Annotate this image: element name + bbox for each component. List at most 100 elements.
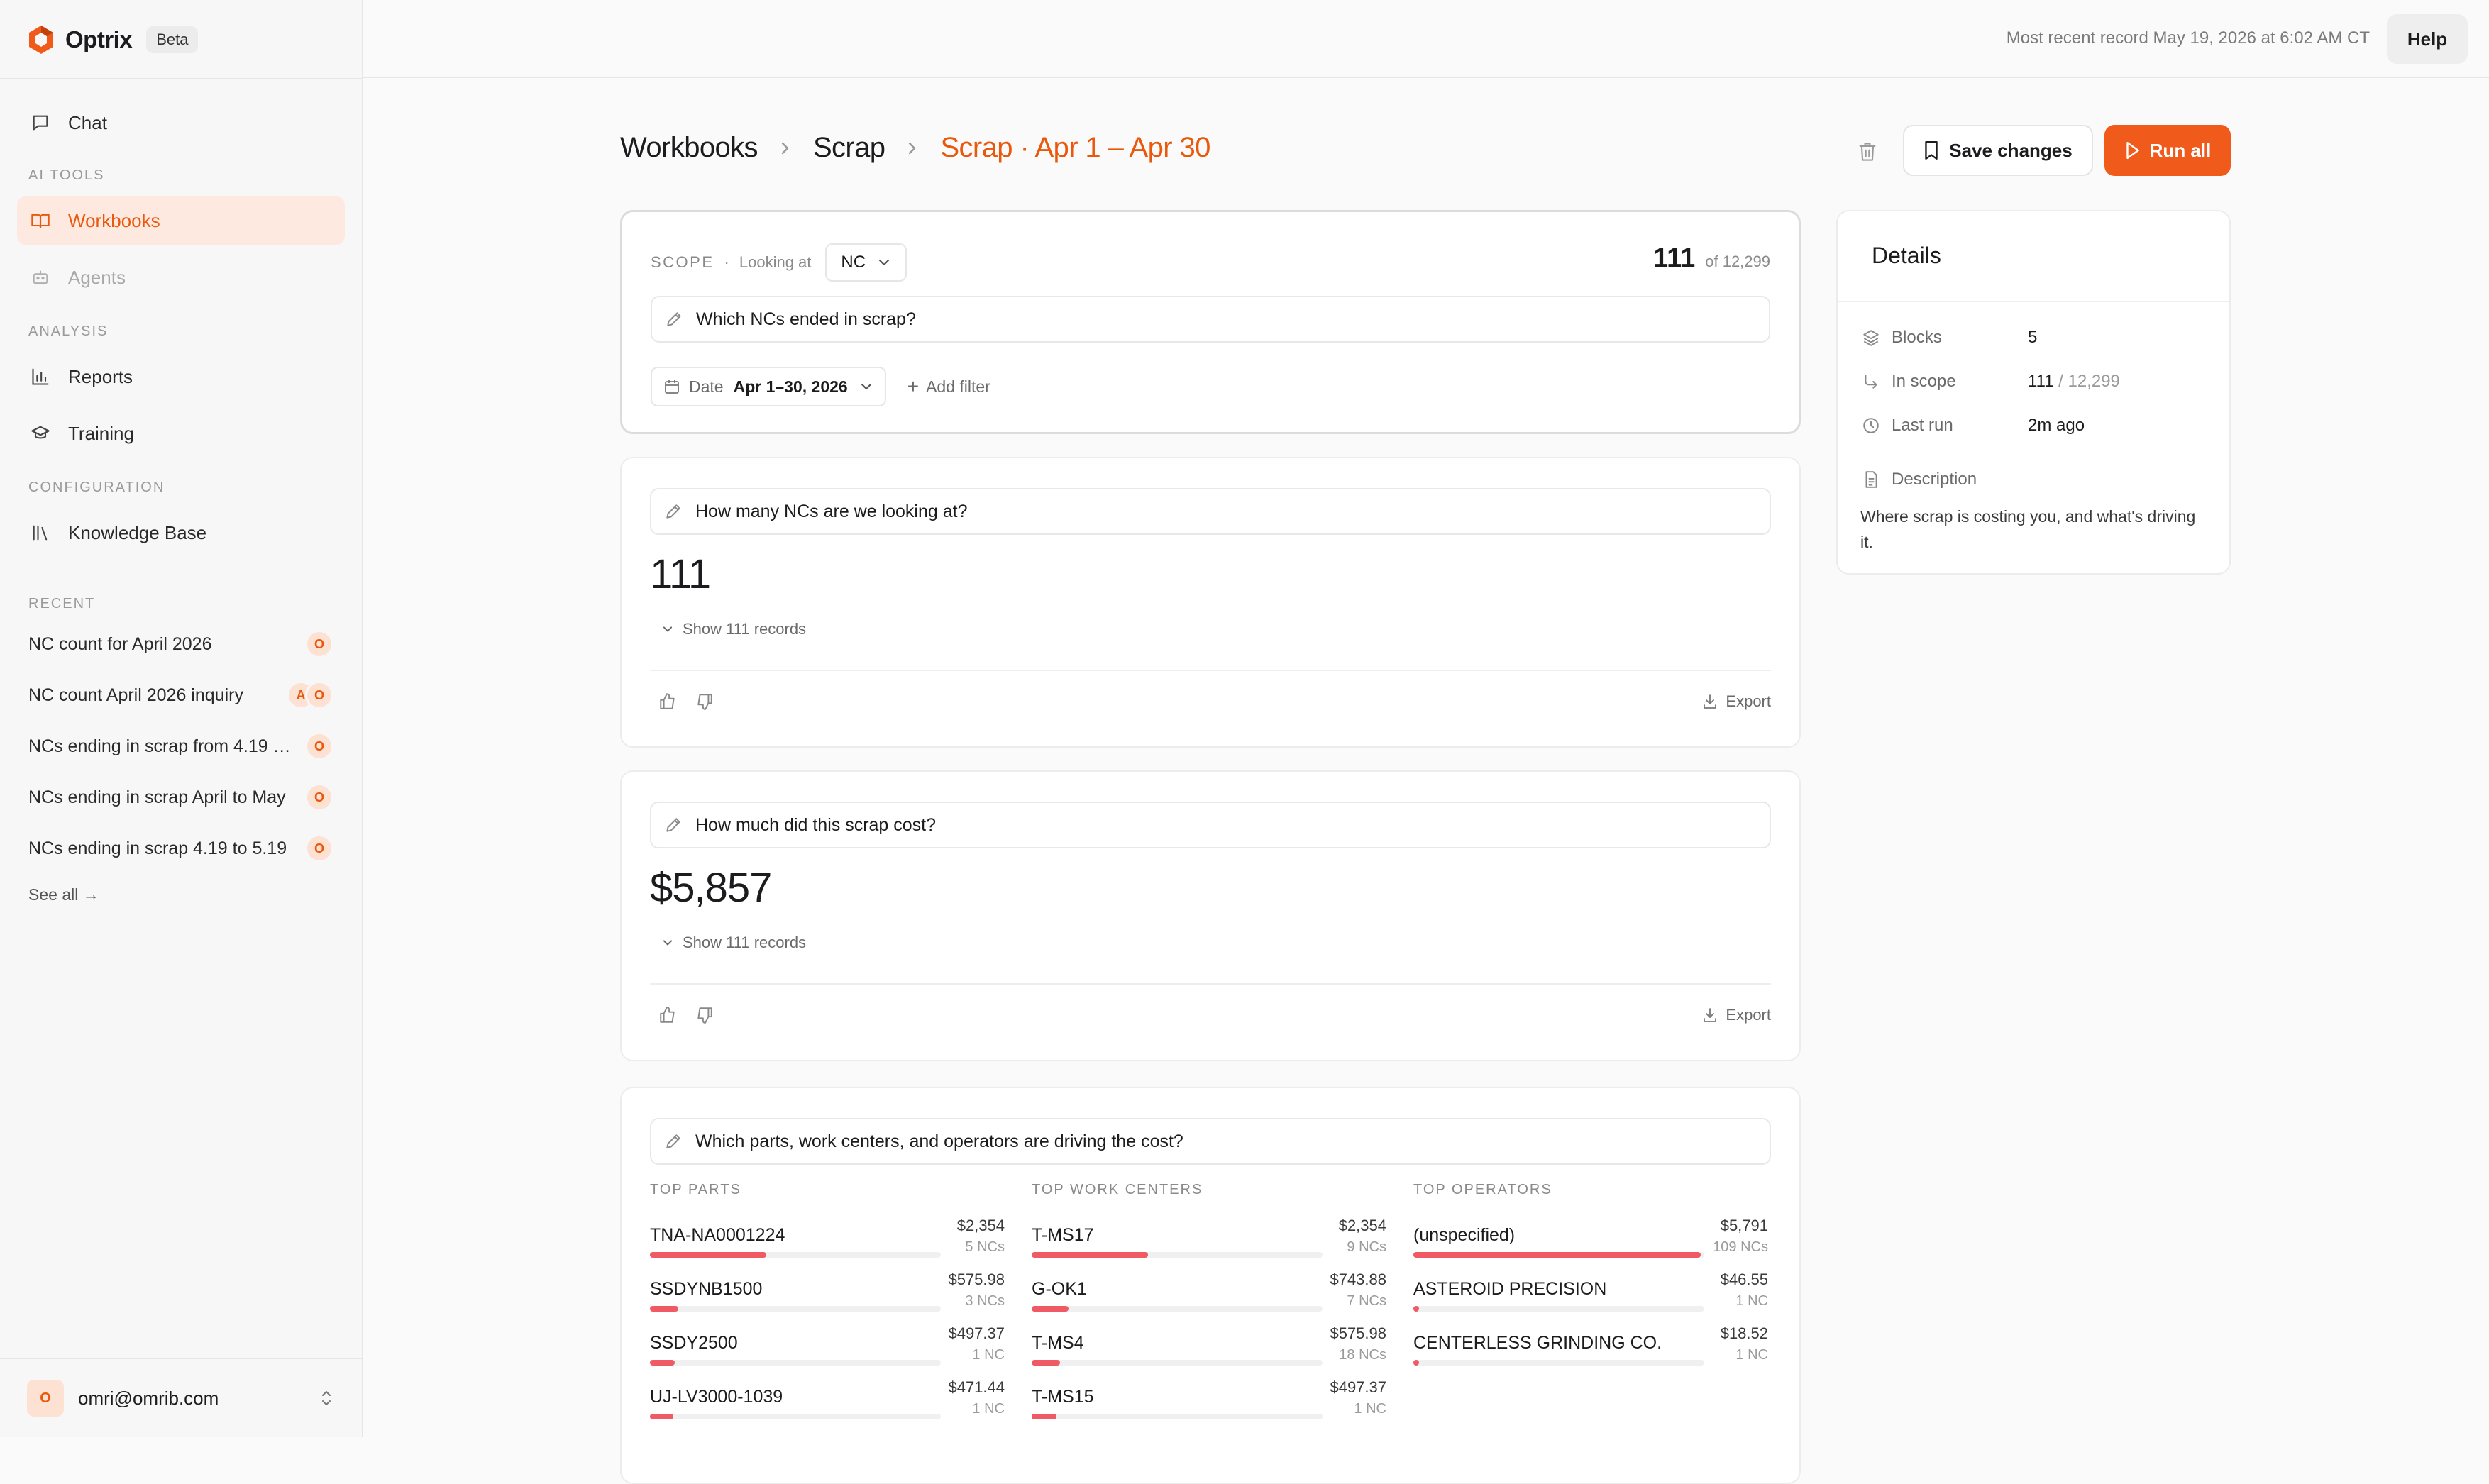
driver-name: ASTEROID PRECISION xyxy=(1413,1279,1607,1299)
help-button[interactable]: Help xyxy=(2387,14,2468,64)
sidebar-item-workbooks[interactable]: Workbooks xyxy=(17,196,345,245)
driver-row[interactable]: SSDYNB1500 $575.98 3 NCs xyxy=(650,1270,1005,1324)
driver-count: 1 NC xyxy=(1354,1401,1386,1417)
driver-count: 1 NC xyxy=(972,1347,1005,1363)
driver-bar xyxy=(650,1306,679,1312)
section-label-recent: RECENT xyxy=(28,596,96,611)
sidebar-item-reports[interactable]: Reports xyxy=(17,352,345,402)
block-question-input[interactable]: Which parts, work centers, and operators… xyxy=(650,1118,1771,1165)
show-records-toggle[interactable]: Show 111 records xyxy=(661,934,806,952)
main-content: Most recent record May 19, 2026 at 6:02 … xyxy=(363,0,2489,1484)
driver-row[interactable]: TNA-NA0001224 $2,354 5 NCs xyxy=(650,1217,1005,1270)
sidebar-divider xyxy=(0,78,362,79)
driver-row[interactable]: CENTERLESS GRINDING CO. $18.52 1 NC xyxy=(1413,1324,1768,1378)
sidebar-item-label: Knowledge Base xyxy=(68,521,207,543)
driver-count: 18 NCs xyxy=(1339,1347,1386,1363)
thumbs-up-icon[interactable] xyxy=(658,1006,678,1026)
driver-name: (unspecified) xyxy=(1413,1225,1516,1245)
avatar: O xyxy=(305,834,333,863)
block-question-input[interactable]: How much did this scrap cost? xyxy=(650,802,1771,848)
brand[interactable]: Optrix Beta xyxy=(27,23,199,57)
driver-name: CENTERLESS GRINDING CO. xyxy=(1413,1333,1662,1353)
driver-row[interactable]: T-MS15 $497.37 1 NC xyxy=(1032,1378,1386,1432)
app-name: Optrix xyxy=(65,26,133,52)
top-operators-column: TOP OPERATORS (unspecified) $5,791 109 N… xyxy=(1413,1182,1768,1378)
top-parts-column: TOP PARTS TNA-NA0001224 $2,354 5 NCs SSD… xyxy=(650,1182,1005,1432)
recent-item[interactable]: NCs ending in scrap from 4.19 to 5.19 O xyxy=(28,726,333,766)
breadcrumb-scrap[interactable]: Scrap xyxy=(813,132,885,164)
driver-bar-track xyxy=(1032,1414,1323,1419)
save-changes-button[interactable]: Save changes xyxy=(1903,125,2093,176)
recent-item[interactable]: NC count April 2026 inquiry A O xyxy=(28,675,333,715)
driver-amount: $5,791 xyxy=(1720,1217,1768,1234)
driver-bar-track xyxy=(1413,1252,1704,1258)
details-divider xyxy=(1838,301,2229,302)
driver-row[interactable]: (unspecified) $5,791 109 NCs xyxy=(1413,1217,1768,1270)
sidebar-item-knowledge-base[interactable]: Knowledge Base xyxy=(17,508,345,558)
block-question-text: How much did this scrap cost? xyxy=(695,814,937,835)
export-label: Export xyxy=(1726,692,1771,710)
recent-item[interactable]: NCs ending in scrap April to May O xyxy=(28,777,333,817)
block-question-input[interactable]: How many NCs are we looking at? xyxy=(650,488,1771,535)
recent-item-avatars: O xyxy=(305,630,333,658)
export-button[interactable]: Export xyxy=(1701,1006,1771,1024)
show-records-toggle[interactable]: Show 111 records xyxy=(661,620,806,638)
recent-item-avatars: O xyxy=(305,783,333,812)
export-button[interactable]: Export xyxy=(1701,692,1771,711)
entity-select[interactable]: NC xyxy=(825,243,907,282)
driver-count: 5 NCs xyxy=(965,1239,1005,1255)
sidebar-item-chat[interactable]: Chat xyxy=(17,98,345,148)
scope-header: SCOPE · Looking at NC xyxy=(651,243,907,282)
driver-row[interactable]: T-MS4 $575.98 18 NCs xyxy=(1032,1324,1386,1378)
driver-bar-track xyxy=(650,1360,941,1366)
run-all-button[interactable]: Run all xyxy=(2104,125,2231,176)
chevron-down-icon xyxy=(877,258,891,267)
metric-value: $5,857 xyxy=(650,865,772,911)
driver-bar-track xyxy=(1032,1360,1323,1366)
scope-card: SCOPE · Looking at NC 111 of 12,299 Whic xyxy=(620,210,1801,434)
see-all-link[interactable]: See all → xyxy=(28,885,99,904)
driver-row[interactable]: ASTEROID PRECISION $46.55 1 NC xyxy=(1413,1270,1768,1324)
driver-bar xyxy=(1032,1252,1148,1258)
driver-bar xyxy=(1413,1306,1419,1312)
details-value: 2m ago xyxy=(2028,416,2085,435)
thumbs-up-icon[interactable] xyxy=(658,692,678,712)
trash-icon[interactable] xyxy=(1855,139,1880,165)
details-panel: Details Blocks 5 In scope 111 / 12,299 L… xyxy=(1836,210,2231,575)
scope-question-input[interactable]: Which NCs ended in scrap? xyxy=(651,296,1770,343)
file-text-icon xyxy=(1860,469,1882,490)
avatar: O xyxy=(305,732,333,760)
sidebar-item-label: Chat xyxy=(68,111,107,133)
recent-item-avatars: A O xyxy=(287,681,333,709)
date-filter-chip[interactable]: Date Apr 1–30, 2026 xyxy=(651,367,886,406)
breadcrumb-workbooks[interactable]: Workbooks xyxy=(620,132,758,164)
user-menu[interactable]: O omri@omrib.com xyxy=(0,1358,362,1437)
pencil-icon xyxy=(664,816,683,834)
block-card-nc-count: How many NCs are we looking at? 111 Show… xyxy=(620,457,1801,748)
user-email: omri@omrib.com xyxy=(78,1387,219,1409)
driver-bar xyxy=(1032,1360,1061,1366)
sidebar-item-training[interactable]: Training xyxy=(17,409,345,458)
driver-row[interactable]: T-MS17 $2,354 9 NCs xyxy=(1032,1217,1386,1270)
thumbs-down-icon[interactable] xyxy=(695,1006,715,1026)
driver-bar-track xyxy=(650,1252,941,1258)
driver-name: T-MS4 xyxy=(1032,1333,1084,1353)
add-filter-button[interactable]: + Add filter xyxy=(907,375,990,398)
driver-count: 1 NC xyxy=(1735,1293,1768,1309)
driver-amount: $575.98 xyxy=(948,1270,1005,1288)
thumbs-down-icon[interactable] xyxy=(695,692,715,712)
in-scope-total: / 12,299 xyxy=(2058,372,2120,391)
driver-bar-track xyxy=(1032,1252,1323,1258)
chevron-down-icon xyxy=(661,938,674,947)
driver-row[interactable]: G-OK1 $743.88 7 NCs xyxy=(1032,1270,1386,1324)
driver-row[interactable]: SSDY2500 $497.37 1 NC xyxy=(650,1324,1005,1378)
driver-bar-track xyxy=(1032,1306,1323,1312)
driver-row[interactable]: UJ-LV3000-1039 $471.44 1 NC xyxy=(650,1378,1005,1432)
show-records-label: Show 111 records xyxy=(683,620,807,638)
sidebar-item-agents[interactable]: Agents xyxy=(17,253,345,302)
recent-item[interactable]: NC count for April 2026 O xyxy=(28,624,333,664)
in-scope-count: 111 xyxy=(2028,372,2054,391)
chevron-up-down-icon xyxy=(318,1388,335,1409)
sidebar-item-label: Reports xyxy=(68,365,133,387)
recent-item[interactable]: NCs ending in scrap 4.19 to 5.19 O xyxy=(28,829,333,868)
